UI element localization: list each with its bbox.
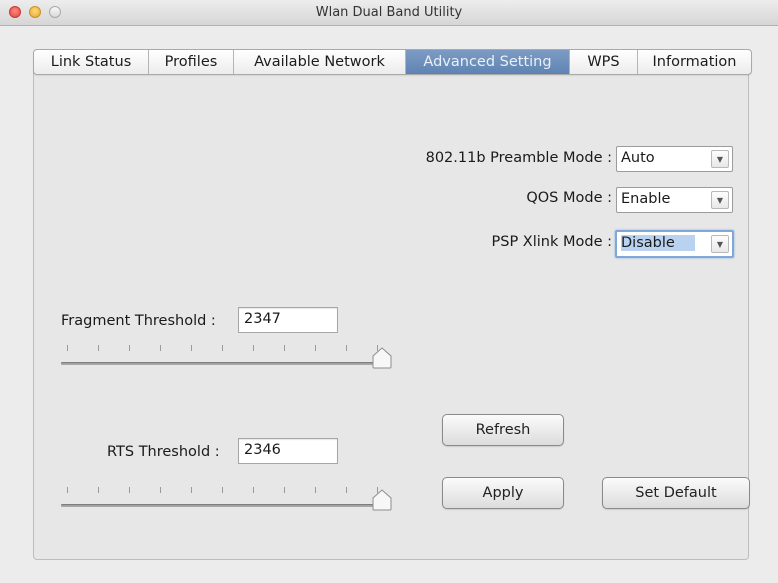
- apply-button[interactable]: Apply: [442, 477, 564, 509]
- slider-tick: [315, 345, 316, 351]
- slider-tick: [346, 345, 347, 351]
- title-bar: Wlan Dual Band Utility: [0, 0, 778, 26]
- tab-link-status[interactable]: Link Status: [34, 50, 149, 74]
- qos-mode-label: QOS Mode :: [526, 190, 612, 206]
- tab-available-network[interactable]: Available Network: [234, 50, 406, 74]
- chevron-down-icon: ▼: [711, 235, 729, 253]
- psp-xlink-mode-label: PSP Xlink Mode :: [491, 234, 613, 250]
- tab-information[interactable]: Information: [638, 50, 751, 74]
- fragment-threshold-field[interactable]: 2347: [238, 307, 338, 333]
- slider-track: [61, 362, 377, 365]
- slider-tick: [222, 487, 223, 493]
- preamble-mode-select[interactable]: Auto ▼: [616, 146, 733, 172]
- tab-wps[interactable]: WPS: [570, 50, 638, 74]
- slider-tick: [346, 487, 347, 493]
- set-default-button[interactable]: Set Default: [602, 477, 750, 509]
- rts-threshold-label: RTS Threshold :: [107, 444, 220, 460]
- slider-tick: [160, 487, 161, 493]
- rts-threshold-field[interactable]: 2346: [238, 438, 338, 464]
- slider-tick: [160, 345, 161, 351]
- slider-track: [61, 504, 377, 507]
- window-title: Wlan Dual Band Utility: [315, 5, 463, 20]
- slider-tick: [284, 487, 285, 493]
- qos-mode-value: Enable: [621, 191, 671, 207]
- slider-tick: [284, 345, 285, 351]
- qos-mode-select[interactable]: Enable ▼: [616, 187, 733, 213]
- tab-advanced-setting[interactable]: Advanced Setting: [406, 50, 570, 74]
- chevron-down-icon: ▼: [711, 191, 729, 209]
- refresh-button[interactable]: Refresh: [442, 414, 564, 446]
- slider-tick: [377, 345, 378, 351]
- psp-xlink-mode-select[interactable]: Disable ▼: [615, 230, 734, 258]
- slider-tick: [253, 345, 254, 351]
- fragment-threshold-slider[interactable]: [61, 345, 392, 375]
- fragment-threshold-label: Fragment Threshold :: [61, 313, 216, 329]
- tab-bar: Link Status Profiles Available Network A…: [33, 49, 752, 75]
- slider-tick: [129, 487, 130, 493]
- chevron-down-icon: ▼: [711, 150, 729, 168]
- psp-xlink-mode-value: Disable: [621, 235, 695, 251]
- slider-tick: [129, 345, 130, 351]
- slider-tick: [315, 487, 316, 493]
- preamble-mode-value: Auto: [621, 150, 655, 166]
- slider-tick: [191, 345, 192, 351]
- slider-tick: [98, 487, 99, 493]
- slider-knob[interactable]: [372, 489, 392, 511]
- tab-profiles[interactable]: Profiles: [149, 50, 234, 74]
- preamble-mode-label: 802.11b Preamble Mode :: [425, 150, 612, 166]
- slider-tick: [191, 487, 192, 493]
- slider-tick: [67, 487, 68, 493]
- slider-tick: [222, 345, 223, 351]
- slider-tick: [67, 345, 68, 351]
- slider-tick: [377, 487, 378, 493]
- slider-tick: [253, 487, 254, 493]
- slider-knob[interactable]: [372, 347, 392, 369]
- slider-tick: [98, 345, 99, 351]
- rts-threshold-slider[interactable]: [61, 487, 392, 517]
